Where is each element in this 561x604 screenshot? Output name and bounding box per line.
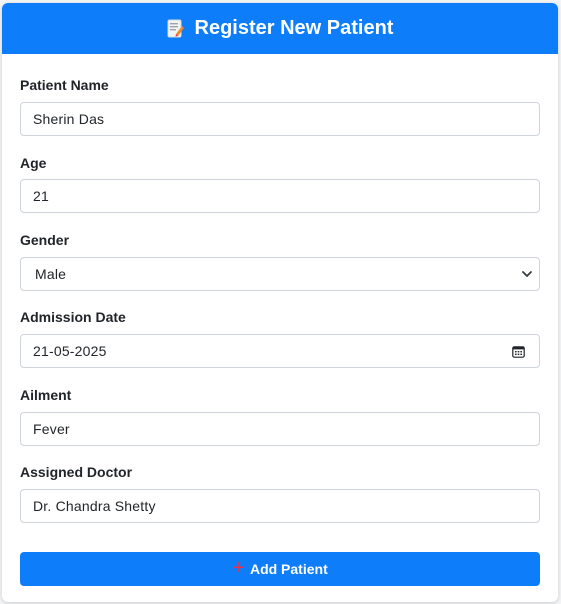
ailment-value: Fever [33, 421, 70, 437]
register-patient-card: Register New Patient Patient Name Sherin… [2, 3, 558, 602]
ailment-group: Ailment Fever [20, 386, 540, 446]
admission-date-input[interactable]: 21-05-2025 [20, 334, 540, 368]
gender-select[interactable]: Male [20, 257, 540, 291]
admission-date-value: 21-05-2025 [33, 343, 107, 359]
age-input[interactable]: 21 [20, 179, 540, 213]
ailment-input[interactable]: Fever [20, 412, 540, 446]
assigned-doctor-group: Assigned Doctor Dr. Chandra Shetty [20, 463, 540, 523]
gender-group: Gender Male [20, 231, 540, 291]
gender-value: Male [35, 266, 67, 282]
chevron-down-icon [522, 271, 532, 277]
assigned-doctor-label: Assigned Doctor [20, 464, 133, 480]
plus-icon: + [232, 557, 244, 579]
gender-label: Gender [20, 232, 70, 248]
patient-name-group: Patient Name Sherin Das [20, 76, 540, 136]
ailment-label: Ailment [20, 387, 72, 403]
age-group: Age 21 [20, 154, 540, 213]
age-label: Age [20, 155, 47, 171]
admission-date-label: Admission Date [20, 309, 126, 325]
calendar-icon[interactable] [512, 345, 525, 358]
assigned-doctor-input[interactable]: Dr. Chandra Shetty [20, 489, 540, 523]
add-patient-label: Add Patient [249, 561, 328, 577]
assigned-doctor-value: Dr. Chandra Shetty [33, 498, 156, 514]
patient-name-input[interactable]: Sherin Das [20, 102, 540, 136]
patient-name-label: Patient Name [20, 77, 109, 93]
add-patient-button[interactable]: + Add Patient [20, 552, 540, 586]
patient-name-value: Sherin Das [33, 111, 105, 127]
memo-icon [167, 19, 184, 37]
card-header: Register New Patient [2, 3, 558, 54]
page-title: Register New Patient [194, 17, 394, 39]
admission-date-group: Admission Date 21-05-2025 [20, 308, 540, 368]
age-value: 21 [33, 188, 49, 204]
